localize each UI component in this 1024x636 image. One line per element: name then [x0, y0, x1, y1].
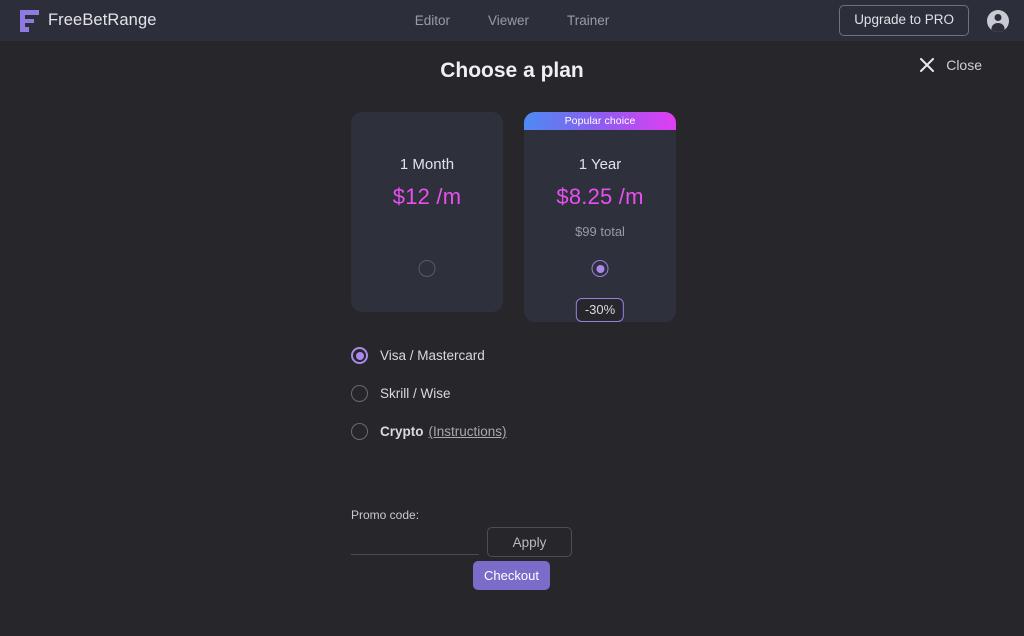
popular-choice-banner: Popular choice: [524, 112, 676, 130]
promo-code-label: Promo code:: [351, 508, 419, 522]
payment-option-card-radio[interactable]: [351, 347, 368, 364]
plan-monthly-price: $12 /m: [351, 184, 503, 210]
close-button[interactable]: Close: [918, 56, 982, 73]
payment-option-skrill-radio[interactable]: [351, 385, 368, 402]
discount-badge: -30%: [576, 298, 624, 322]
nav-item-viewer[interactable]: Viewer: [488, 13, 529, 28]
payment-option-card[interactable]: Visa / Mastercard: [351, 345, 507, 366]
payment-option-skrill[interactable]: Skrill / Wise: [351, 383, 507, 404]
plan-yearly-radio[interactable]: [592, 260, 609, 277]
close-x-icon: [918, 56, 935, 73]
plan-cards: 1 Month $12 /m Popular choice 1 Year $8.…: [351, 112, 676, 327]
plan-monthly-radio[interactable]: [419, 260, 436, 277]
footer-sliver: [0, 626, 1024, 636]
payment-option-crypto-radio[interactable]: [351, 423, 368, 440]
nav-item-editor[interactable]: Editor: [415, 13, 450, 28]
payment-option-card-label: Visa / Mastercard: [380, 348, 485, 363]
close-button-label: Close: [946, 57, 982, 73]
plan-monthly-name: 1 Month: [351, 156, 503, 173]
payment-option-crypto[interactable]: Crypto (Instructions): [351, 421, 507, 442]
upgrade-to-pro-button[interactable]: Upgrade to PRO: [839, 5, 969, 36]
topbar-actions: Upgrade to PRO: [839, 0, 1009, 41]
nav-item-trainer[interactable]: Trainer: [567, 13, 609, 28]
plan-card-monthly[interactable]: 1 Month $12 /m: [351, 112, 503, 312]
crypto-instructions-link[interactable]: (Instructions): [429, 424, 507, 439]
top-navigation-bar: FreeBetRange Editor Viewer Trainer Upgra…: [0, 0, 1024, 41]
payment-option-skrill-label: Skrill / Wise: [380, 386, 451, 401]
payment-option-crypto-label: Crypto: [380, 424, 424, 439]
apply-promo-button[interactable]: Apply: [487, 527, 572, 557]
account-circle-icon[interactable]: [987, 10, 1009, 32]
plan-card-yearly[interactable]: Popular choice 1 Year $8.25 /m $99 total…: [524, 112, 676, 322]
plan-yearly-total: $99 total: [524, 224, 676, 239]
plan-yearly-price: $8.25 /m: [524, 184, 676, 210]
checkout-button[interactable]: Checkout: [473, 561, 550, 590]
choose-plan-modal: Choose a plan Close 1 Month $12 /m Popul…: [0, 41, 1024, 636]
page-title: Choose a plan: [0, 59, 1024, 83]
plan-yearly-name: 1 Year: [524, 156, 676, 173]
payment-method-group: Visa / Mastercard Skrill / Wise Crypto (…: [351, 345, 507, 459]
promo-code-input[interactable]: [351, 528, 479, 555]
